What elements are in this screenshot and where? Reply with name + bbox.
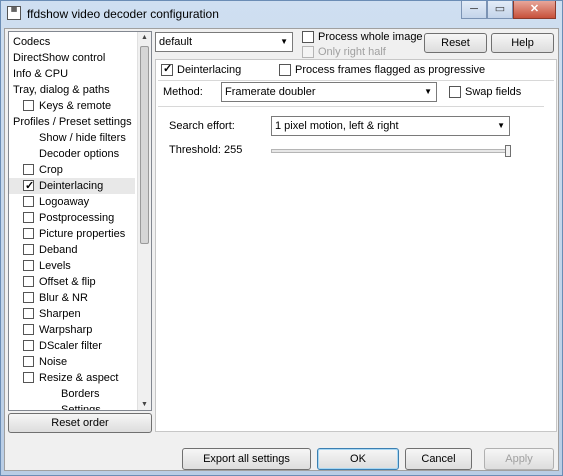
tree-item-checkbox[interactable] bbox=[23, 308, 34, 319]
tree-item-checkbox[interactable] bbox=[23, 196, 34, 207]
tree-item-label: Decoder options bbox=[39, 148, 120, 160]
only-right-half-label: Only right half bbox=[318, 46, 386, 58]
tree-item-checkbox[interactable] bbox=[23, 276, 34, 287]
checkbox-box bbox=[302, 46, 314, 58]
ok-button[interactable]: OK bbox=[317, 448, 399, 470]
deinterlacing-panel: Deinterlacing Process frames flagged as … bbox=[155, 59, 557, 432]
maximize-button[interactable]: ▭ bbox=[487, 1, 513, 19]
client-area: ▲ ▼ Codecs DirectShow control Info & CPU Tr… bbox=[4, 28, 559, 471]
window-title: ffdshow video decoder configuration bbox=[27, 7, 219, 21]
tree-scrollbar[interactable]: ▲ ▼ bbox=[137, 32, 151, 410]
checkbox-box bbox=[161, 62, 173, 77]
tree-item-checkbox[interactable] bbox=[23, 340, 34, 351]
method-select[interactable]: Framerate doubler ▼ bbox=[221, 82, 437, 102]
tree-item-label: Offset & flip bbox=[39, 276, 96, 288]
swap-fields-checkbox[interactable]: Swap fields bbox=[449, 85, 521, 100]
checkbox-box bbox=[449, 86, 461, 98]
tree-item-checkbox[interactable] bbox=[23, 356, 34, 367]
tree-item-checkbox[interactable] bbox=[23, 292, 34, 303]
tree-item-label: DScaler filter bbox=[39, 340, 102, 352]
divider bbox=[158, 106, 544, 107]
tree-item-label: Deinterlacing bbox=[39, 180, 104, 192]
search-effort-label: Search effort: bbox=[169, 120, 235, 132]
threshold-label: Threshold: 255 bbox=[169, 144, 243, 156]
scrollbar-thumb[interactable] bbox=[140, 46, 149, 244]
export-all-settings-button[interactable]: Export all settings bbox=[182, 448, 311, 470]
preset-select-value: default bbox=[159, 36, 193, 48]
tree-item-label: Noise bbox=[39, 356, 68, 368]
help-button[interactable]: Help bbox=[491, 33, 554, 53]
only-right-half-checkbox[interactable]: Only right half bbox=[302, 45, 386, 60]
close-button[interactable]: ✕ bbox=[513, 1, 556, 19]
tree-item-checkbox[interactable] bbox=[23, 244, 34, 255]
tree-item-label: Postprocessing bbox=[39, 212, 115, 224]
tree-item[interactable]: Deinterlacing bbox=[9, 178, 135, 194]
tree-item-label: Info & CPU bbox=[13, 68, 69, 80]
preset-select[interactable]: default ▼ bbox=[155, 32, 293, 52]
tree-item-label: Keys & remote bbox=[39, 100, 112, 112]
tree-item-label: Tray, dialog & paths bbox=[13, 84, 110, 96]
tree-item-label: Levels bbox=[39, 260, 71, 272]
process-progressive-checkbox[interactable]: Process frames flagged as progressive bbox=[279, 63, 485, 78]
app-icon[interactable]: ▦ bbox=[7, 6, 21, 20]
tree-item-label: Show / hide filters bbox=[39, 132, 126, 144]
process-whole-image-checkbox[interactable]: Process whole image bbox=[302, 30, 423, 45]
main-window: ▦ ffdshow video decoder configuration ─ … bbox=[0, 0, 563, 476]
tree-item-checkbox[interactable] bbox=[23, 228, 34, 239]
deinterlacing-checkbox[interactable]: Deinterlacing bbox=[161, 62, 242, 78]
checkbox-box bbox=[279, 64, 291, 76]
tree-item-label: Codecs bbox=[13, 36, 51, 48]
tree-item-checkbox[interactable] bbox=[23, 372, 34, 383]
chevron-down-icon: ▼ bbox=[424, 87, 432, 96]
tree-item-label: Picture properties bbox=[39, 228, 126, 240]
threshold-slider-thumb[interactable] bbox=[505, 145, 511, 157]
method-label: Method: bbox=[163, 86, 203, 98]
method-select-value: Framerate doubler bbox=[225, 86, 316, 98]
tree-item-label: Settings bbox=[61, 404, 101, 411]
tree-item-label: Resize & aspect bbox=[39, 372, 119, 384]
tree-item-label: Deband bbox=[39, 244, 78, 256]
process-whole-image-label: Process whole image bbox=[318, 31, 423, 43]
tree-item-label: Warpsharp bbox=[39, 324, 93, 336]
tree-item-checkbox[interactable] bbox=[23, 324, 34, 335]
tree-item-label: Blur & NR bbox=[39, 292, 88, 304]
chevron-down-icon: ▼ bbox=[280, 37, 288, 46]
minimize-button[interactable]: ─ bbox=[461, 1, 487, 19]
tree-item-checkbox[interactable] bbox=[23, 260, 34, 271]
apply-button[interactable]: Apply bbox=[484, 448, 554, 470]
tree-item-label: Sharpen bbox=[39, 308, 81, 320]
tree-item-checkbox[interactable] bbox=[23, 178, 34, 194]
scroll-up-icon[interactable]: ▲ bbox=[141, 34, 148, 41]
tree-item-label: Crop bbox=[39, 164, 63, 176]
tree-item-label: DirectShow control bbox=[13, 52, 106, 64]
threshold-slider[interactable] bbox=[271, 149, 511, 153]
deinterlacing-label: Deinterlacing bbox=[177, 64, 242, 76]
tree-item-checkbox[interactable] bbox=[23, 212, 34, 223]
divider bbox=[158, 80, 554, 81]
tree-item-checkbox[interactable] bbox=[23, 164, 34, 175]
tree-item-checkbox[interactable] bbox=[23, 100, 34, 111]
caption-buttons: ─ ▭ ✕ bbox=[461, 1, 556, 20]
search-effort-select[interactable]: 1 pixel motion, left & right ▼ bbox=[271, 116, 510, 136]
title-bar[interactable]: ▦ ffdshow video decoder configuration ─ … bbox=[1, 1, 562, 27]
reset-button[interactable]: Reset bbox=[424, 33, 487, 53]
tree-item-label: Borders bbox=[61, 388, 100, 400]
chevron-down-icon: ▼ bbox=[497, 121, 505, 130]
checkbox-box bbox=[302, 31, 314, 43]
filter-tree[interactable]: ▲ ▼ Codecs DirectShow control Info & CPU Tr… bbox=[8, 31, 152, 411]
scroll-down-icon[interactable]: ▼ bbox=[141, 401, 148, 408]
tree-item-label: Logoaway bbox=[39, 196, 90, 208]
cancel-button[interactable]: Cancel bbox=[405, 448, 472, 470]
reset-order-button[interactable]: Reset order bbox=[8, 413, 152, 433]
process-progressive-label: Process frames flagged as progressive bbox=[295, 64, 486, 76]
swap-fields-label: Swap fields bbox=[465, 86, 522, 98]
tree-item-label: Profiles / Preset settings bbox=[13, 116, 132, 128]
search-effort-select-value: 1 pixel motion, left & right bbox=[275, 120, 399, 132]
